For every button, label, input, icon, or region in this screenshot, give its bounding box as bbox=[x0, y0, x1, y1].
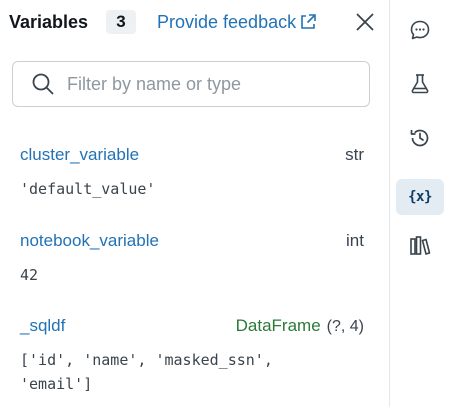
variable-item-sqldf: _sqldf DataFrame (?, 4) ['id', 'name', 'm… bbox=[20, 314, 364, 396]
variable-item-cluster-variable: cluster_variable str 'default_value' bbox=[20, 143, 364, 201]
variable-shape: (?, 4) bbox=[326, 318, 364, 335]
variable-type-group: DataFrame (?, 4) bbox=[236, 314, 364, 339]
variable-name[interactable]: _sqldf bbox=[20, 314, 65, 338]
variable-value: 42 bbox=[20, 266, 39, 284]
variable-header-row: cluster_variable str bbox=[20, 143, 364, 167]
variables-icon: {x} bbox=[408, 189, 432, 205]
provide-feedback-link[interactable]: Provide feedback bbox=[157, 10, 317, 34]
filter-input[interactable] bbox=[67, 73, 357, 95]
variable-type: str bbox=[345, 145, 364, 164]
sidebar-item-libraries[interactable] bbox=[396, 228, 444, 264]
chat-bubble-icon bbox=[410, 20, 430, 40]
history-icon bbox=[410, 129, 429, 147]
variable-type: DataFrame bbox=[235, 316, 321, 335]
variable-header-row: _sqldf DataFrame (?, 4) bbox=[20, 314, 364, 338]
sidebar-item-history[interactable] bbox=[396, 120, 444, 156]
variables-panel-root: Variables 3 Provide feedback Filter by n… bbox=[0, 0, 450, 407]
variable-value: 'default_value' bbox=[20, 180, 156, 198]
sidebar-item-variables[interactable]: {x} bbox=[396, 179, 444, 215]
variable-type: int bbox=[346, 231, 364, 250]
panel-header: Variables 3 Provide feedback bbox=[9, 8, 379, 38]
library-icon bbox=[410, 236, 431, 255]
variables-panel: Variables 3 Provide feedback Filter by n… bbox=[0, 0, 388, 407]
external-link-icon bbox=[301, 14, 316, 29]
variable-name[interactable]: notebook_variable bbox=[20, 229, 159, 253]
variable-header-row: notebook_variable int bbox=[20, 229, 364, 253]
flask-icon bbox=[411, 74, 429, 94]
filter-search-box[interactable] bbox=[12, 61, 370, 107]
panel-title: Variables bbox=[9, 12, 89, 32]
right-sidebar: {x} bbox=[389, 0, 450, 407]
variable-name[interactable]: cluster_variable bbox=[20, 143, 139, 167]
sidebar-item-comments[interactable] bbox=[396, 12, 444, 48]
variable-value: ['id', 'name', 'masked_ssn', 'email'] bbox=[20, 351, 273, 393]
variable-count-badge: 3 bbox=[106, 10, 136, 34]
search-icon bbox=[32, 73, 54, 95]
sidebar-item-experiments[interactable] bbox=[396, 66, 444, 102]
close-icon[interactable] bbox=[353, 10, 377, 34]
provide-feedback-label: Provide feedback bbox=[157, 12, 297, 32]
variable-item-notebook-variable: notebook_variable int 42 bbox=[20, 229, 364, 287]
